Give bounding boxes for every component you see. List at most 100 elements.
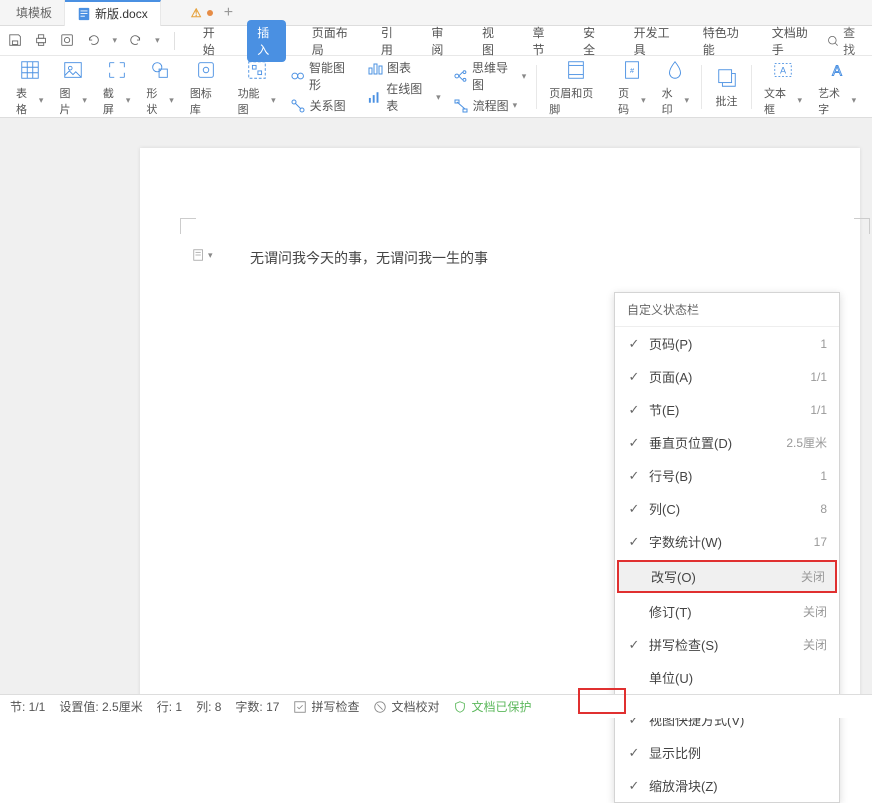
ribbon-annotate[interactable]: 批注	[706, 56, 747, 117]
print-preview-icon[interactable]	[60, 33, 74, 49]
context-menu-item[interactable]: ✓节(E)1/1	[615, 393, 839, 426]
context-menu-item-label: 单位(U)	[649, 668, 827, 687]
ribbon-flowchart[interactable]: 流程图▾	[453, 97, 527, 114]
status-protected[interactable]: 文档已保护	[453, 698, 531, 715]
document-text[interactable]: 无谓问我今天的事，无谓问我一生的事	[250, 248, 800, 268]
ribbon-picture[interactable]: 图片▾	[51, 56, 94, 117]
context-menu-item[interactable]: 改写(O) 关闭	[617, 560, 837, 593]
context-menu-item[interactable]: 单位(U)	[615, 661, 839, 694]
context-menu-item-label: 改写(O)	[651, 567, 793, 586]
check-icon: ✓	[627, 502, 641, 516]
table-icon	[17, 57, 43, 83]
ribbon-separator	[701, 65, 702, 109]
tab-template-label: 填模板	[16, 4, 52, 21]
spellcheck-icon	[293, 700, 307, 714]
tab-template[interactable]: 填模板	[4, 0, 65, 26]
ribbon-textbox[interactable]: A 文本框▾	[756, 56, 810, 117]
context-menu-item-value: 1	[820, 469, 827, 483]
iconlib-icon	[193, 57, 219, 83]
check-icon	[627, 605, 641, 619]
status-doc-proof[interactable]: 文档校对	[373, 698, 439, 715]
shape-icon	[147, 57, 173, 83]
context-menu-item-label: 行号(B)	[649, 466, 812, 485]
search-button[interactable]: 查找	[827, 24, 864, 58]
menu-review[interactable]: 审阅	[425, 20, 456, 62]
context-menu-item[interactable]: ✓行号(B)1	[615, 459, 839, 492]
proof-icon	[373, 700, 387, 714]
search-icon	[827, 34, 839, 48]
save-icon[interactable]	[8, 33, 22, 49]
context-menu-item[interactable]: ✓字数统计(W)17	[615, 525, 839, 558]
status-row[interactable]: 行: 1	[157, 698, 182, 715]
ribbon-smart-shape[interactable]: 智能图形	[290, 59, 355, 93]
context-menu-item[interactable]: ✓拼写检查(S)关闭	[615, 628, 839, 661]
tab-document[interactable]: 新版.docx	[65, 0, 161, 26]
ribbon-function-chart[interactable]: 功能图▾	[230, 56, 284, 117]
context-menu-item[interactable]: ✓ 列(C) 8	[615, 492, 839, 525]
context-menu-item-value: 8	[820, 502, 827, 516]
context-menu-item-value: 关闭	[801, 568, 825, 585]
ribbon-separator	[751, 65, 752, 109]
context-menu-item[interactable]: 修订(T)关闭	[615, 595, 839, 628]
status-word-count[interactable]: 字数: 17	[235, 698, 279, 715]
context-menu-item-label: 列(C)	[649, 499, 812, 518]
check-icon: ✓	[627, 746, 641, 760]
context-menu-item[interactable]: ✓垂直页位置(D)2.5厘米	[615, 426, 839, 459]
context-menu-item-label: 页码(P)	[649, 334, 812, 353]
context-menu-item-label: 垂直页位置(D)	[649, 433, 778, 452]
status-section[interactable]: 节: 1/1	[10, 698, 45, 715]
svg-text:A: A	[832, 63, 842, 79]
redo-dropdown-icon[interactable]: ▾	[155, 35, 160, 46]
ribbon-header-footer[interactable]: 页眉和页脚	[541, 56, 610, 117]
menu-page-layout[interactable]: 页面布局	[306, 20, 355, 62]
check-icon	[629, 570, 643, 584]
check-icon	[627, 671, 641, 685]
context-menu-item[interactable]: ✓ 缩放滑块(Z)	[615, 769, 839, 802]
context-menu-item-label: 字数统计(W)	[649, 532, 806, 551]
header-footer-icon	[563, 57, 589, 83]
context-menu-item-label: 缩放滑块(Z)	[649, 776, 827, 795]
undo-dropdown-icon[interactable]: ▾	[113, 35, 118, 46]
watermark-icon	[662, 57, 688, 83]
screenshot-icon	[104, 57, 130, 83]
menu-reference[interactable]: 引用	[375, 20, 406, 62]
context-menu-item-value: 1/1	[810, 370, 827, 384]
paragraph-options-icon[interactable]: ▾	[192, 248, 213, 262]
warning-icon[interactable]: ⚠	[191, 6, 202, 20]
svg-text:#: #	[630, 65, 635, 74]
context-menu-item-value: 1/1	[810, 403, 827, 417]
toolbar-separator	[174, 32, 175, 50]
ribbon-relation[interactable]: 关系图	[290, 97, 355, 114]
context-menu-title: 自定义状态栏	[615, 293, 839, 327]
check-icon: ✓	[627, 638, 641, 652]
context-menu-item[interactable]: ✓页码(P)1	[615, 327, 839, 360]
status-spell-check[interactable]: 拼写检查	[293, 698, 359, 715]
context-menu-item[interactable]: ✓页面(A)1/1	[615, 360, 839, 393]
context-menu-item-label: 页面(A)	[649, 367, 802, 386]
print-icon[interactable]	[34, 33, 48, 49]
ribbon-watermark[interactable]: 水印▾	[654, 56, 697, 117]
context-menu-item[interactable]: ✓显示比例	[615, 736, 839, 769]
ribbon-screenshot[interactable]: 截屏▾	[95, 56, 138, 117]
ribbon-wordart[interactable]: A 艺术字▾	[810, 56, 864, 117]
status-col[interactable]: 列: 8	[196, 698, 221, 715]
menu-view[interactable]: 视图	[476, 20, 507, 62]
svg-text:A: A	[780, 65, 787, 75]
check-icon: ✓	[627, 779, 641, 793]
context-menu-item-value: 关闭	[803, 603, 827, 620]
ribbon-insert: 表格▾ 图片▾ 截屏▾ 形状▾ 图标库 功能图▾ 智能图形 关系图 图表 在线图…	[0, 56, 872, 118]
check-icon: ✓	[627, 535, 641, 549]
context-menu-item-label: 拼写检查(S)	[649, 635, 795, 654]
ribbon-chart[interactable]: 图表	[367, 59, 441, 76]
ribbon-shape[interactable]: 形状▾	[138, 56, 181, 117]
ribbon-mind-map[interactable]: 思维导图▾	[453, 59, 527, 93]
ribbon-table[interactable]: 表格▾	[8, 56, 51, 117]
status-set-value[interactable]: 设置值: 2.5厘米	[59, 698, 142, 715]
context-menu-item-value: 2.5厘米	[786, 434, 827, 451]
redo-icon[interactable]	[129, 33, 143, 49]
shield-icon	[453, 700, 467, 714]
ribbon-page-number[interactable]: # 页码▾	[610, 56, 653, 117]
ribbon-icon-lib[interactable]: 图标库	[182, 56, 230, 117]
undo-icon[interactable]	[86, 33, 100, 49]
ribbon-online-chart[interactable]: 在线图表▾	[367, 80, 441, 114]
